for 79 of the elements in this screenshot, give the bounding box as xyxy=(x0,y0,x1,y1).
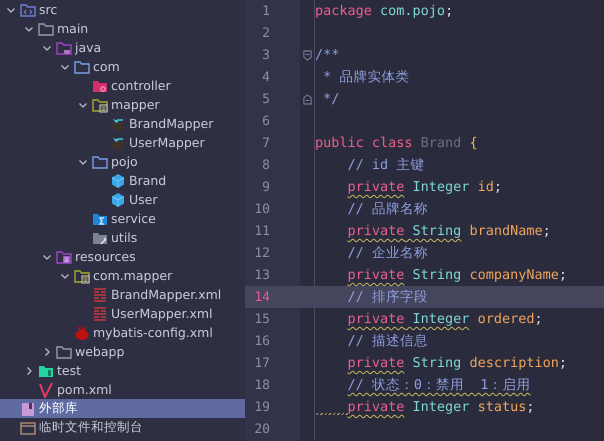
code-line: */ xyxy=(322,91,340,107)
line-number: 15 xyxy=(253,312,270,326)
console-icon xyxy=(20,420,36,436)
folder-icon xyxy=(74,268,90,284)
line-number: 8 xyxy=(261,158,270,172)
xml-file-icon xyxy=(92,286,108,302)
fold-icon[interactable] xyxy=(303,94,312,104)
code-line: private Integer status; xyxy=(348,399,534,415)
tree-item[interactable]: controller xyxy=(0,76,245,95)
line-number: 19 xyxy=(253,400,270,414)
fold-icon[interactable] xyxy=(303,50,312,60)
line-number: 5 xyxy=(261,92,270,106)
folder-icon xyxy=(38,20,54,36)
tree-item[interactable]: Brand xyxy=(0,171,245,190)
xml-file-icon xyxy=(92,306,108,322)
code-line: * 品牌实体类 xyxy=(322,68,410,86)
code-line: // 描述信息 xyxy=(348,332,428,350)
line-number: 13 xyxy=(253,268,270,282)
tree-item[interactable]: pom.xml xyxy=(0,380,245,399)
tree-item[interactable]: com xyxy=(0,57,245,76)
line-number: 20 xyxy=(253,422,270,436)
folder-icon xyxy=(56,344,72,360)
tree-item[interactable]: test xyxy=(0,361,245,380)
code-line: // 企业名称 xyxy=(348,244,428,262)
line-number: 14 xyxy=(253,290,270,304)
line-number: 12 xyxy=(253,246,270,260)
folder-icon xyxy=(92,154,108,170)
tree-item[interactable]: java xyxy=(0,38,245,57)
tree-item[interactable]: webapp xyxy=(0,342,245,361)
code-line: private String description; xyxy=(348,355,567,371)
tree-item[interactable]: service xyxy=(0,209,245,228)
code-line: // 品牌名称 xyxy=(348,200,428,218)
line-number: 2 xyxy=(261,26,270,40)
tree-item[interactable]: utils xyxy=(0,228,245,247)
cube-icon xyxy=(110,172,126,188)
tree-item[interactable]: UserMapper.xml xyxy=(0,304,245,323)
line-number: 9 xyxy=(261,180,270,194)
v-logo-icon xyxy=(38,382,54,398)
code-line: private String brandName; xyxy=(348,223,551,239)
folder-icon xyxy=(56,40,72,56)
folder-icon xyxy=(20,2,36,18)
folder-icon xyxy=(92,96,108,112)
tree-item[interactable]: User xyxy=(0,190,245,209)
line-number: 16 xyxy=(253,334,270,348)
tree-item[interactable]: resources xyxy=(0,247,245,266)
line-number: 1 xyxy=(261,4,270,18)
tree-item[interactable]: mybatis-config.xml xyxy=(0,323,245,342)
code-line: public class Brand { xyxy=(315,135,478,151)
tree-item[interactable]: pojo xyxy=(0,152,245,171)
line-number: 17 xyxy=(253,356,270,370)
line-number: 7 xyxy=(261,136,270,150)
code-line: // id 主键 xyxy=(348,156,424,174)
line-number: 6 xyxy=(261,114,270,128)
code-line: // 状态：0：禁用 1：启用 xyxy=(348,376,530,394)
tree-item[interactable]: 外部库 xyxy=(0,399,245,418)
tree-item[interactable]: BrandMapper xyxy=(0,114,245,133)
tree-item[interactable]: BrandMapper.xml xyxy=(0,285,245,304)
code-line: /** xyxy=(315,47,340,63)
book-icon xyxy=(20,400,36,416)
line-number: 3 xyxy=(261,48,270,62)
tree-item[interactable]: src xyxy=(0,0,245,19)
code-line: private Integer id; xyxy=(348,179,502,195)
code-line: private Integer ordered; xyxy=(348,311,543,327)
code-line: // 排序字段 xyxy=(348,288,428,306)
line-number: 10 xyxy=(253,202,270,216)
bird-icon xyxy=(74,324,90,340)
cube-icon xyxy=(110,192,126,208)
tree-item[interactable]: main xyxy=(0,19,245,38)
line-number: 18 xyxy=(253,378,270,392)
line-number: 11 xyxy=(253,224,270,238)
line-number: 4 xyxy=(261,70,270,84)
code-line: package com.pojo; xyxy=(315,3,454,19)
tree-item[interactable]: 临时文件和控制台 xyxy=(0,418,245,437)
folder-icon xyxy=(74,58,90,74)
tree-item[interactable]: com.mapper xyxy=(0,266,245,285)
code-line: private String companyName; xyxy=(348,267,567,283)
folder-icon xyxy=(56,248,72,264)
tree-item[interactable]: mapper xyxy=(0,95,245,114)
tree-item[interactable]: UserMapper xyxy=(0,133,245,152)
